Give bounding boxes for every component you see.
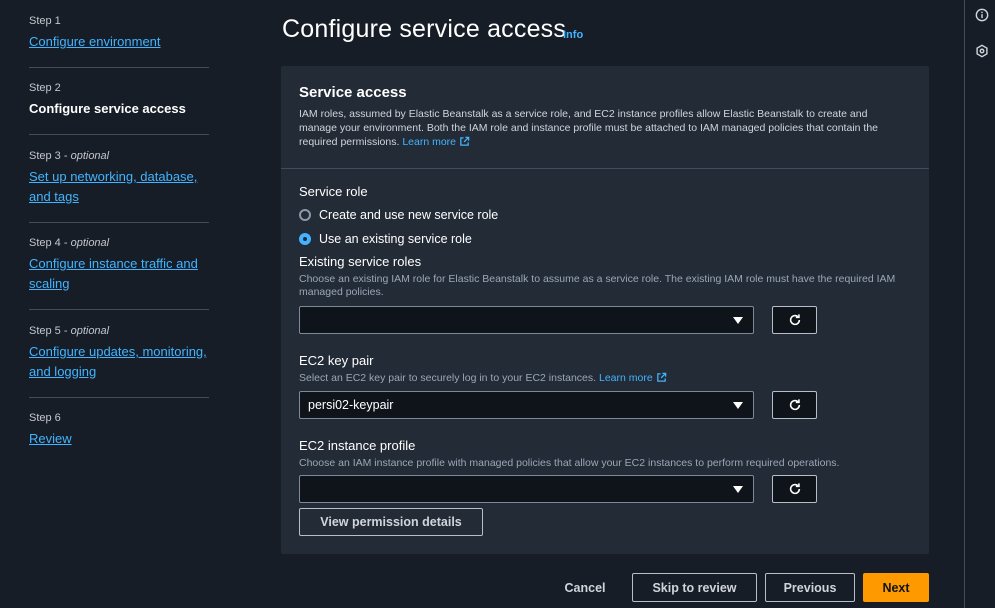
- key-pair-learn-more-link[interactable]: Learn more: [599, 372, 667, 384]
- step-optional: optional: [70, 237, 110, 249]
- step-number: Step 5 -: [29, 325, 71, 337]
- key-pair-label: EC2 key pair: [299, 353, 374, 368]
- step-link-line1: Set up networking, database,: [29, 169, 198, 184]
- learn-more-label: Learn more: [402, 136, 457, 148]
- step-link-updates-monitoring[interactable]: Configure updates, monitoring, and loggin…: [29, 342, 207, 382]
- panel-description-text: IAM roles, assumed by Elastic Beanstalk …: [299, 108, 879, 148]
- existing-roles-description: Choose an existing IAM role for Elastic …: [299, 273, 896, 298]
- step-label: Step 4 - optional: [29, 236, 209, 250]
- step-link-review[interactable]: Review: [29, 429, 72, 449]
- step-link-line2: and tags: [29, 189, 79, 204]
- service-access-panel: Service access IAM roles, assumed by Ela…: [281, 66, 929, 554]
- cancel-button[interactable]: Cancel: [555, 573, 615, 602]
- refresh-instance-profiles-button[interactable]: [772, 475, 817, 503]
- right-utility-rail: [964, 0, 995, 608]
- step-link-line1: Configure updates, monitoring,: [29, 344, 207, 359]
- nav-divider: [29, 309, 209, 310]
- step-link-networking[interactable]: Set up networking, database, and tags: [29, 167, 197, 207]
- step-1: Step 1 Configure environment: [29, 14, 209, 52]
- step-optional: optional: [70, 325, 110, 337]
- key-pair-description-text: Select an EC2 key pair to securely log i…: [299, 372, 597, 384]
- info-icon[interactable]: [975, 8, 989, 22]
- step-3: Step 3 - optional Set up networking, dat…: [29, 149, 209, 207]
- step-link-line2: scaling: [29, 276, 70, 291]
- radio-create-new-role[interactable]: Create and use new service role: [299, 208, 498, 222]
- service-role-label: Service role: [299, 184, 368, 199]
- skip-to-review-button[interactable]: Skip to review: [632, 573, 757, 602]
- step-current-configure-service-access: Configure service access: [29, 101, 186, 116]
- view-permission-details-button[interactable]: View permission details: [299, 508, 483, 536]
- step-link-line1: Configure instance traffic and: [29, 256, 198, 271]
- refresh-icon: [789, 314, 800, 326]
- external-link-icon: [656, 372, 666, 382]
- step-label: Step 2: [29, 82, 61, 94]
- step-optional: optional: [70, 150, 110, 162]
- step-link-instance-traffic[interactable]: Configure instance traffic and scaling: [29, 254, 198, 294]
- instance-profile-select[interactable]: [299, 475, 754, 503]
- radio-button-selected[interactable]: [299, 233, 311, 245]
- radio-use-existing-role[interactable]: Use an existing service role: [299, 232, 472, 246]
- info-link[interactable]: Info: [563, 29, 583, 41]
- step-number: Step 3 -: [29, 150, 71, 162]
- learn-more-link[interactable]: Learn more: [402, 136, 470, 148]
- next-button[interactable]: Next: [863, 573, 929, 602]
- panel-divider: [281, 168, 929, 169]
- panel-description: IAM roles, assumed by Elastic Beanstalk …: [299, 107, 899, 149]
- refresh-icon: [789, 483, 800, 495]
- caret-down-icon: [733, 486, 743, 493]
- refresh-key-pairs-button[interactable]: [772, 391, 817, 419]
- step-link-line2: and logging: [29, 364, 97, 379]
- caret-down-icon: [733, 317, 743, 324]
- step-label: Step 3 - optional: [29, 149, 209, 163]
- panel-title: Service access: [299, 84, 407, 101]
- instance-profile-label: EC2 instance profile: [299, 438, 416, 453]
- caret-down-icon: [733, 402, 743, 409]
- existing-roles-label: Existing service roles: [299, 254, 422, 269]
- select-value: persi02-keypair: [308, 398, 394, 412]
- help-panel-icon[interactable]: [975, 44, 989, 58]
- key-pair-description: Select an EC2 key pair to securely log i…: [299, 372, 909, 385]
- nav-divider: [29, 67, 209, 68]
- step-label: Step 6: [29, 412, 61, 424]
- refresh-icon: [789, 399, 800, 411]
- radio-label: Create and use new service role: [319, 208, 499, 222]
- key-pair-select[interactable]: persi02-keypair: [299, 391, 754, 419]
- step-label: Step 5 - optional: [29, 324, 209, 338]
- nav-divider: [29, 397, 209, 398]
- existing-roles-select[interactable]: [299, 306, 754, 334]
- radio-button[interactable]: [299, 209, 311, 221]
- instance-profile-description: Choose an IAM instance profile with mana…: [299, 457, 840, 469]
- step-label: Step 1: [29, 15, 61, 27]
- page-title: Configure service access: [282, 15, 567, 43]
- nav-divider: [29, 222, 209, 223]
- step-6: Step 6 Review: [29, 411, 209, 449]
- step-2: Step 2 Configure service access: [29, 81, 209, 119]
- refresh-roles-button[interactable]: [772, 306, 817, 334]
- step-4: Step 4 - optional Configure instance tra…: [29, 236, 209, 294]
- step-5: Step 5 - optional Configure updates, mon…: [29, 324, 209, 382]
- previous-button[interactable]: Previous: [765, 573, 855, 602]
- step-link-configure-environment[interactable]: Configure environment: [29, 32, 161, 52]
- learn-more-label: Learn more: [599, 372, 653, 384]
- step-number: Step 4 -: [29, 237, 71, 249]
- nav-divider: [29, 134, 209, 135]
- radio-label: Use an existing service role: [319, 232, 472, 246]
- external-link-icon: [460, 136, 470, 146]
